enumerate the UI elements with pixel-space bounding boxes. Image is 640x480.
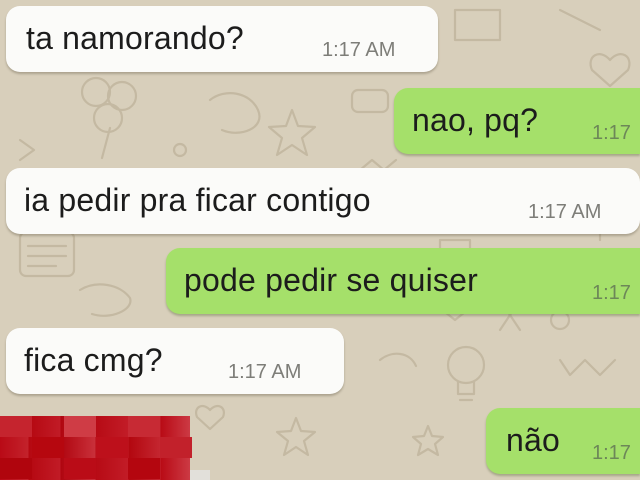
message-bubble-incoming[interactable]: ia pedir pra ficar contigo 1:17 AM <box>6 168 640 234</box>
censored-region <box>0 416 192 480</box>
message-timestamp: 1:17 <box>592 442 631 464</box>
message-text: pode pedir se quiser <box>184 262 478 298</box>
message-bubble-outgoing[interactable]: pode pedir se quiser 1:17 <box>166 248 640 314</box>
message-timestamp: 1:17 AM <box>528 201 602 223</box>
message-text: não <box>506 422 560 458</box>
message-timestamp: 1:17 <box>592 282 631 304</box>
message-bubble-outgoing[interactable]: não 1:17 <box>486 408 640 474</box>
message-bubble-outgoing[interactable]: nao, pq? 1:17 <box>394 88 640 154</box>
message-text: fica cmg? <box>24 342 163 378</box>
message-text: ia pedir pra ficar contigo <box>24 182 371 218</box>
message-timestamp: 1:17 AM <box>228 361 302 383</box>
censored-region-edge <box>190 470 210 480</box>
message-text: ta namorando? <box>26 20 244 56</box>
message-bubble-incoming[interactable]: fica cmg? 1:17 AM <box>6 328 344 394</box>
message-text: nao, pq? <box>412 102 539 138</box>
message-timestamp: 1:17 <box>592 122 631 144</box>
message-bubble-incoming[interactable]: ta namorando? 1:17 AM <box>6 6 438 72</box>
message-timestamp: 1:17 AM <box>322 39 396 61</box>
